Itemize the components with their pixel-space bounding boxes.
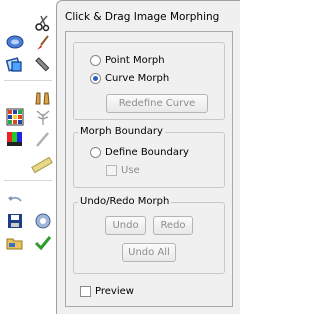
define-boundary-radio-circle[interactable] [90,147,101,158]
preview-label: Preview [95,286,134,297]
ruler-icon[interactable] [30,156,54,174]
morph-hands-icon[interactable] [34,88,52,106]
morph-boundary-group: Morph Boundary Define Boundary Use [73,126,225,188]
panel-frame: Point Morph Curve Morph Redefine Curve M… [65,31,233,307]
use-boundary-checkbox[interactable]: Use [106,165,140,176]
use-label: Use [121,165,140,176]
save-icon[interactable] [6,212,24,230]
settings-icon[interactable] [34,212,52,230]
point-morph-radio[interactable]: Point Morph [90,55,165,66]
morph-boundary-title: Morph Boundary [78,126,165,137]
pencil-icon[interactable] [34,56,52,74]
morphing-panel: Click & Drag Image Morphing Point Morph … [56,0,240,314]
undo-redo-group: Undo/Redo Morph Undo Redo Undo All [73,196,225,274]
tool-strip [0,0,58,314]
scissors-icon[interactable] [34,14,52,32]
tree-icon[interactable] [34,108,52,126]
curve-morph-label: Curve Morph [105,73,170,84]
redo-button[interactable]: Redo [153,216,193,235]
point-morph-label: Point Morph [105,55,165,66]
brush-icon[interactable] [34,34,52,52]
use-checkbox-box[interactable] [106,165,117,176]
layer-select-icon[interactable] [6,56,24,74]
panel-title: Click & Drag Image Morphing [65,11,220,23]
grid-icon[interactable] [6,108,24,126]
preview-checkbox-box[interactable] [80,286,91,297]
undo-redo-title: Undo/Redo Morph [78,196,172,207]
undo-arrow-icon[interactable] [6,192,24,210]
undo-all-button[interactable]: Undo All [122,243,176,262]
checkmark-icon[interactable] [34,234,52,252]
morph-type-group: Point Morph Curve Morph Redefine Curve [73,42,225,120]
curve-morph-radio-circle[interactable] [90,73,101,84]
open-folder-icon[interactable] [6,234,24,252]
color-swatch-icon[interactable] [6,130,24,148]
define-boundary-radio[interactable]: Define Boundary [90,147,189,158]
point-morph-radio-circle[interactable] [90,55,101,66]
redefine-curve-button[interactable]: Redefine Curve [106,94,208,113]
lasso-icon[interactable] [6,34,24,52]
curve-morph-radio[interactable]: Curve Morph [90,73,169,84]
define-boundary-label: Define Boundary [105,147,189,158]
undo-button[interactable]: Undo [105,216,146,235]
preview-checkbox[interactable]: Preview [80,286,134,297]
eyedropper-icon[interactable] [34,130,52,148]
